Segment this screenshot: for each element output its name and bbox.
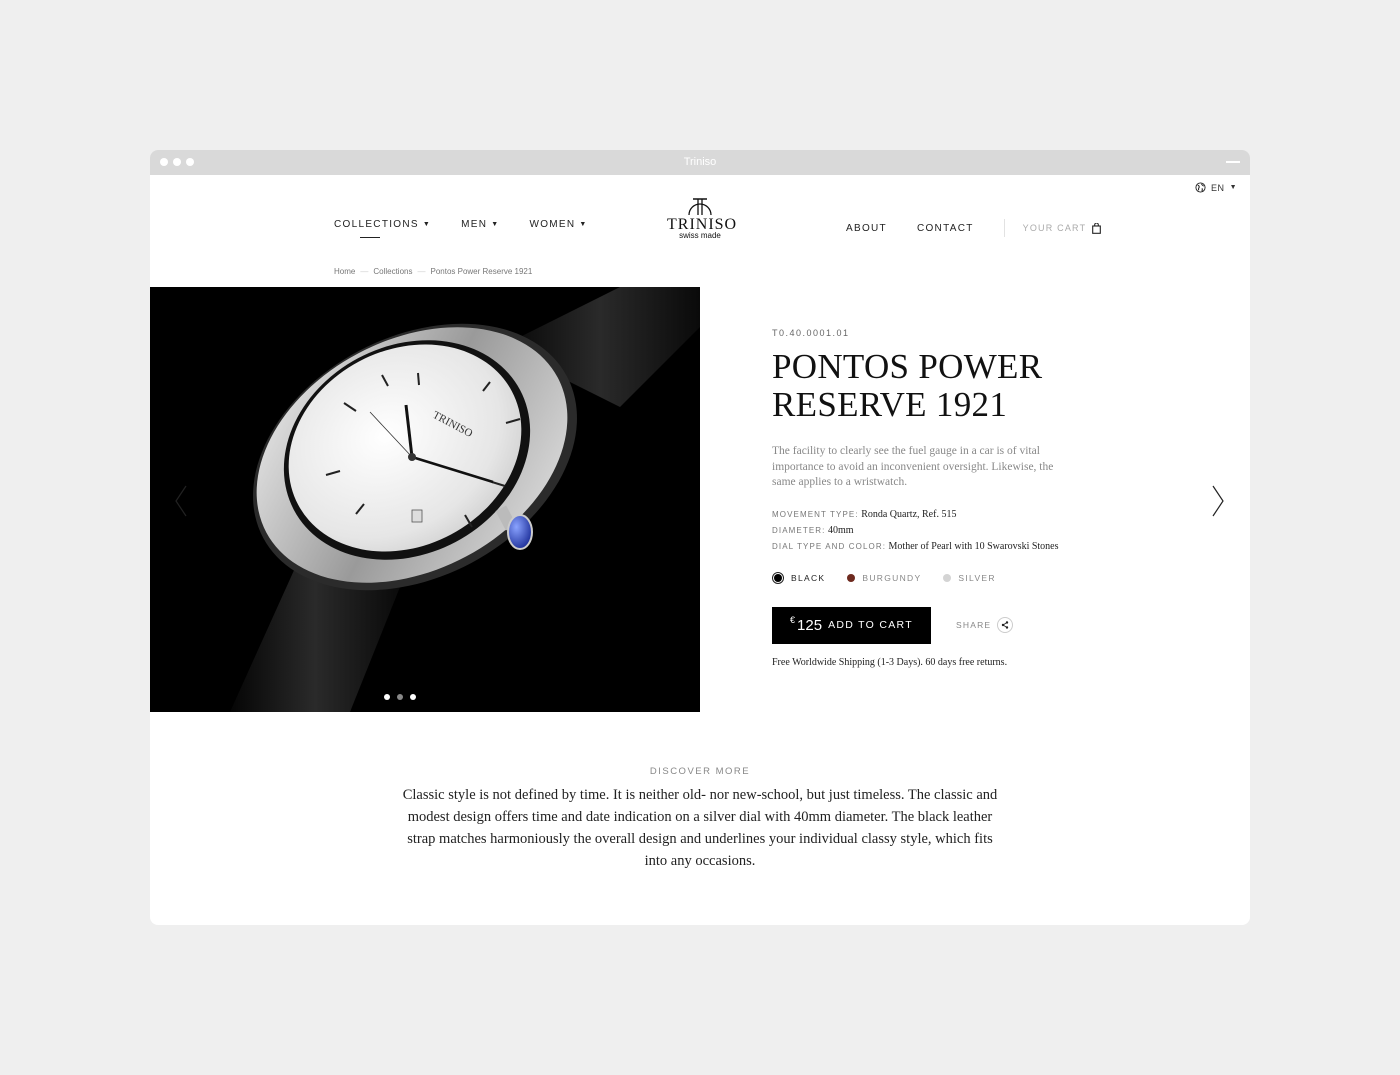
spec-value: Mother of Pearl with 10 Swarovski Stones — [888, 540, 1059, 552]
spec-row: MOVEMENT TYPE: Ronda Quartz, Ref. 515 — [772, 507, 1082, 523]
add-to-cart-button[interactable]: € 125 ADD TO CART — [772, 606, 931, 644]
color-options: BLACK BURGUNDY SILVER — [772, 571, 1082, 584]
breadcrumb-collections[interactable]: Collections — [373, 267, 412, 276]
nav-divider — [1003, 219, 1005, 237]
window-title: Triniso — [683, 156, 717, 168]
share-label: SHARE — [956, 620, 992, 630]
nav-right: ABOUT CONTACT YOUR CART — [846, 219, 1102, 237]
caret-down-icon: ▼ — [491, 221, 500, 228]
nav-collections-label: COLLECTIONS — [334, 219, 419, 230]
chevron-down-icon: ▼ — [1229, 184, 1237, 191]
cart-link[interactable]: YOUR CART — [1022, 222, 1102, 234]
breadcrumb-separator: — — [417, 267, 426, 276]
breadcrumb-separator: — — [360, 267, 369, 276]
breadcrumb-current: Pontos Power Reserve 1921 — [430, 267, 533, 276]
nav-contact[interactable]: CONTACT — [917, 223, 974, 234]
product-image-carousel[interactable]: TRINISO — [150, 287, 700, 712]
color-option-black[interactable]: BLACK — [772, 571, 826, 584]
spec-label: MOVEMENT TYPE: — [772, 509, 859, 519]
product-sku: T0.40.0001.01 — [772, 328, 850, 338]
color-swatch — [943, 573, 952, 582]
color-label: BLACK — [791, 572, 826, 583]
logo-emblem-icon — [688, 198, 712, 216]
price-value: 125 — [797, 616, 823, 634]
product-title-line1: PONTOS POWER — [772, 347, 1043, 386]
breadcrumb-home[interactable]: Home — [334, 267, 355, 276]
color-label: BURGUNDY — [862, 572, 922, 583]
product-specs: MOVEMENT TYPE: Ronda Quartz, Ref. 515 DI… — [772, 507, 1082, 555]
discover-more-text: Classic style is not defined by time. It… — [402, 787, 998, 869]
nav-contact-label: CONTACT — [916, 222, 974, 234]
nav-about[interactable]: ABOUT — [846, 223, 887, 234]
chevron-left-icon[interactable] — [174, 485, 188, 517]
spec-label: DIAMETER: — [772, 525, 826, 535]
product-details: T0.40.0001.01 PONTOS POWER RESERVE 1921 … — [772, 328, 1082, 668]
color-label: SILVER — [958, 572, 996, 583]
carousel-dot[interactable] — [410, 694, 416, 700]
browser-window: Triniso EN ▼ COLLECTIONS ▼ MEN ▼ WOMEN ▼ — [150, 150, 1250, 925]
spec-row: DIAMETER: 40mm — [772, 523, 1082, 539]
product-title-line2: RESERVE 1921 — [772, 385, 1008, 424]
nav-women[interactable]: WOMEN ▼ — [529, 219, 587, 230]
window-minimize-icon[interactable] — [1226, 161, 1240, 163]
shipping-info: Free Worldwide Shipping (1-3 Days). 60 d… — [772, 656, 1008, 668]
spec-row: DIAL TYPE AND COLOR: Mother of Pearl wit… — [772, 539, 1082, 555]
brand-logo[interactable]: TRINISO swiss made — [667, 192, 736, 240]
window-titlebar: Triniso — [150, 150, 1250, 175]
share-button[interactable]: SHARE — [956, 617, 1014, 633]
carousel-dot[interactable] — [397, 694, 403, 700]
nav-men-label: MEN — [461, 219, 488, 230]
nav-women-label: WOMEN — [529, 219, 576, 230]
language-label: EN — [1211, 182, 1225, 193]
color-option-burgundy[interactable]: BURGUNDY — [847, 573, 921, 583]
globe-icon — [1195, 182, 1206, 193]
cart-label: YOUR CART — [1022, 223, 1087, 233]
color-swatch — [847, 573, 856, 582]
nav-collections[interactable]: COLLECTIONS ▼ — [334, 219, 432, 238]
shopping-bag-icon — [1092, 222, 1102, 234]
logo-tagline: swiss made — [679, 231, 721, 240]
nav-about-label: ABOUT — [846, 222, 887, 234]
product-description: The facility to clearly see the fuel gau… — [772, 445, 1054, 488]
share-icon — [997, 617, 1014, 633]
add-to-cart-label: ADD TO CART — [828, 619, 913, 631]
nav-left: COLLECTIONS ▼ MEN ▼ WOMEN ▼ — [334, 219, 588, 238]
color-option-silver[interactable]: SILVER — [943, 573, 995, 583]
discover-more-label: DISCOVER MORE — [649, 766, 751, 777]
spec-value: 40mm — [827, 524, 854, 536]
breadcrumb: Home — Collections — Pontos Power Reserv… — [334, 267, 532, 276]
language-selector[interactable]: EN ▼ — [1195, 182, 1237, 193]
spec-value: Ronda Quartz, Ref. 515 — [861, 508, 957, 520]
carousel-dot[interactable] — [384, 694, 390, 700]
chevron-right-icon[interactable] — [1211, 485, 1225, 517]
spec-label: DIAL TYPE AND COLOR: — [772, 541, 887, 551]
nav-men[interactable]: MEN ▼ — [461, 219, 499, 230]
caret-down-icon: ▼ — [579, 221, 588, 228]
watch-product-image: TRINISO — [230, 287, 700, 712]
product-actions: € 125 ADD TO CART SHARE — [772, 606, 1082, 644]
color-swatch-selected — [772, 571, 784, 584]
price-currency: € — [790, 615, 796, 625]
caret-down-icon: ▼ — [422, 221, 432, 228]
carousel-dots — [384, 694, 416, 700]
product-title: PONTOS POWER RESERVE 1921 — [772, 348, 1082, 424]
discover-more-section: DISCOVER MORE Classic style is not defin… — [150, 766, 1250, 872]
